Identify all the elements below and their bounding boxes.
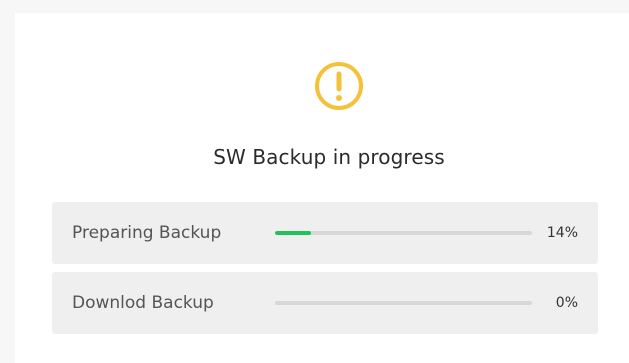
progress-track — [275, 231, 532, 235]
warning-exclamation-dot — [336, 95, 342, 101]
dialog-title: SW Backup in progress — [213, 145, 445, 169]
warning-icon — [315, 62, 363, 110]
task-percent: 14% — [546, 225, 578, 241]
task-row-download-backup: Downlod Backup 0% — [52, 272, 598, 334]
warning-exclamation-stem — [336, 71, 342, 92]
task-row-preparing-backup: Preparing Backup 14% — [52, 202, 598, 264]
progress-track — [275, 301, 532, 305]
progress-fill — [275, 231, 311, 235]
task-label: Downlod Backup — [72, 293, 214, 313]
task-label: Preparing Backup — [72, 223, 222, 243]
task-percent: 0% — [555, 295, 578, 311]
